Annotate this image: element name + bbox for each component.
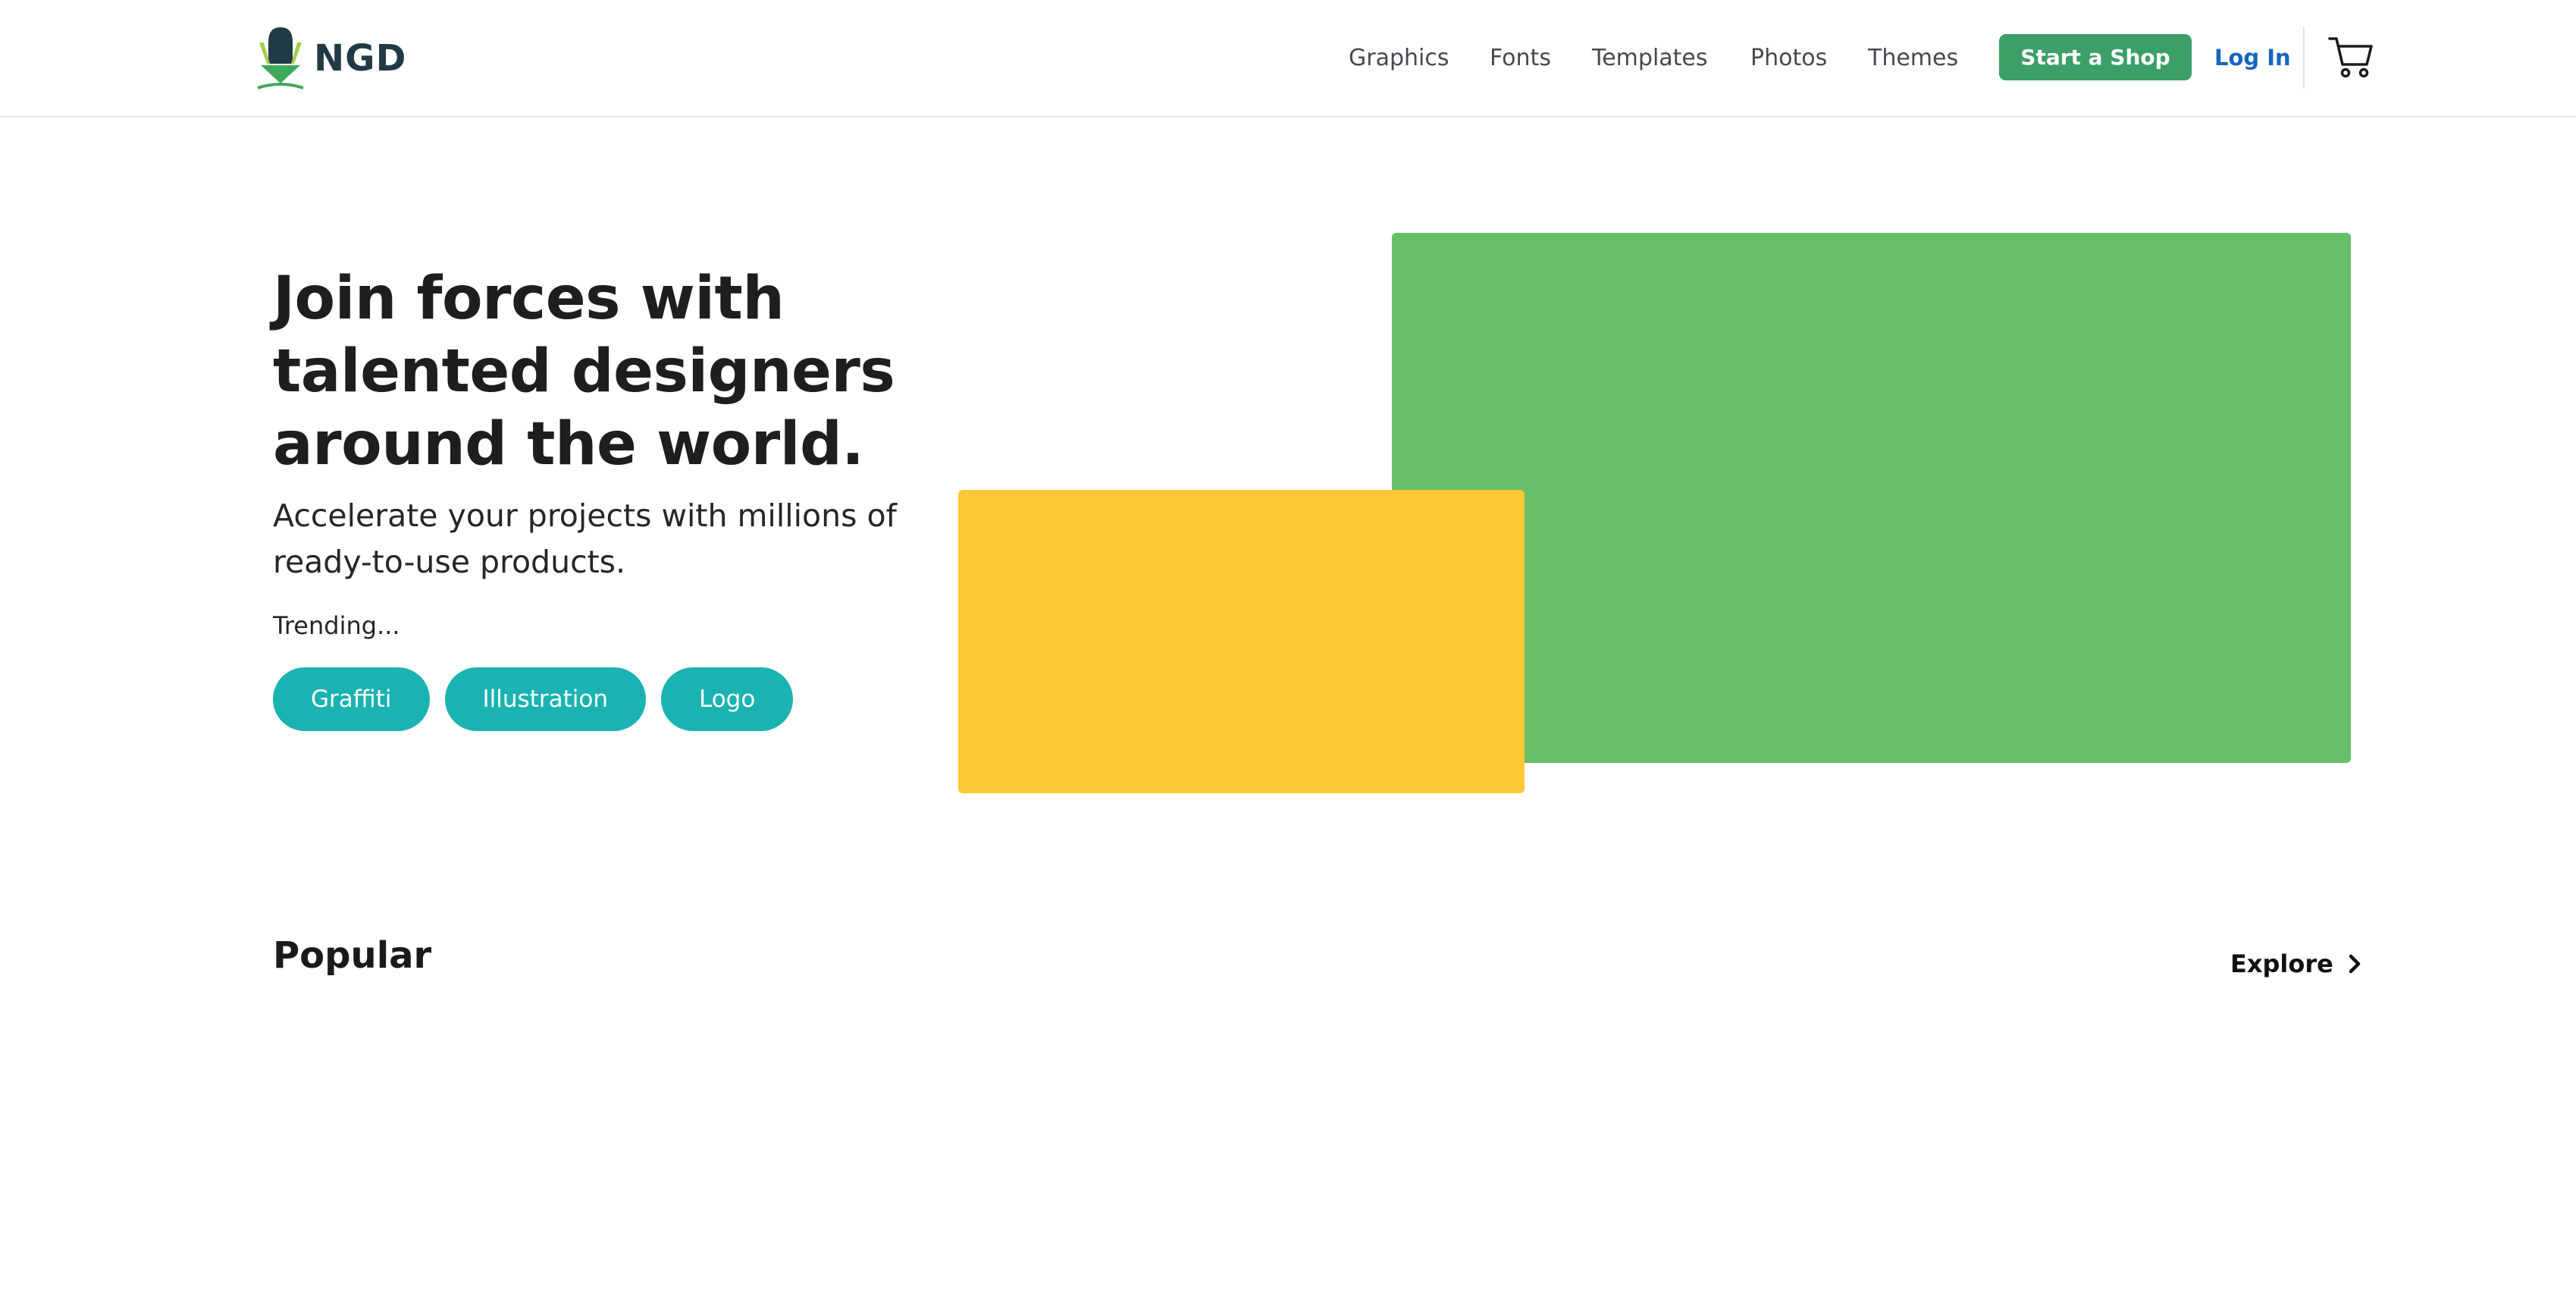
hero-title: Join forces with talented designers arou…: [273, 265, 895, 479]
nav-link-graphics[interactable]: Graphics: [1349, 36, 1449, 79]
header-divider: [2303, 27, 2305, 89]
tag-logo[interactable]: Logo: [660, 667, 794, 731]
explore-link[interactable]: Explore: [2230, 945, 2364, 983]
chevron-right-icon: [2349, 954, 2361, 974]
trending-label: Trending...: [273, 611, 400, 640]
ngd-logo-icon: [257, 27, 304, 89]
login-link[interactable]: Log In: [2214, 36, 2291, 79]
explore-label: Explore: [2230, 949, 2333, 978]
shopping-cart-icon: [2328, 37, 2373, 78]
hero-subtitle: Accelerate your projects with millions o…: [273, 497, 897, 580]
green-featured-image[interactable]: [1392, 233, 2351, 763]
yellow-featured-image[interactable]: [958, 490, 1525, 793]
tag-graffiti[interactable]: Graffiti: [273, 667, 430, 731]
start-shop-button[interactable]: Start a Shop: [1999, 34, 2192, 80]
logo-link[interactable]: NGD: [255, 26, 406, 91]
trending-tags: Graffiti Illustration Logo: [273, 667, 794, 731]
nav-link-photos[interactable]: Photos: [1750, 36, 1827, 79]
nav-link-themes[interactable]: Themes: [1868, 36, 1958, 79]
cart-button[interactable]: [2324, 30, 2377, 85]
popular-section-title: Popular: [273, 934, 432, 977]
nav-link-templates[interactable]: Templates: [1592, 36, 1708, 79]
tag-illustration[interactable]: Illustration: [444, 667, 646, 731]
logo-text: NGD: [314, 37, 407, 80]
site-header: NGD Graphics Fonts Templates Photos Them…: [0, 0, 2576, 118]
nav-link-fonts[interactable]: Fonts: [1490, 36, 1551, 79]
